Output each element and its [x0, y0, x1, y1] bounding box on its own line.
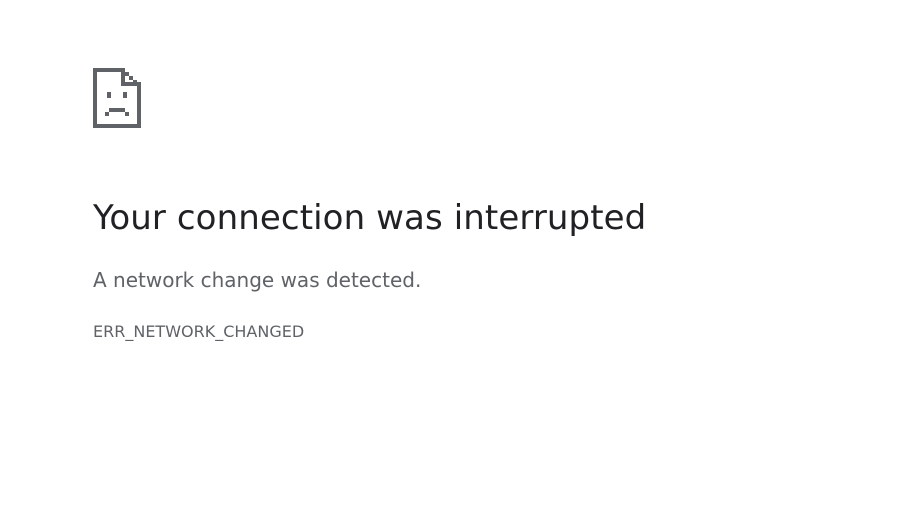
sad-document-icon — [93, 68, 141, 128]
error-message: A network change was detected. — [93, 268, 422, 292]
error-page: Your connection was interrupted A networ… — [0, 0, 900, 506]
error-title: Your connection was interrupted — [93, 198, 647, 238]
error-code: ERR_NETWORK_CHANGED — [93, 322, 305, 341]
